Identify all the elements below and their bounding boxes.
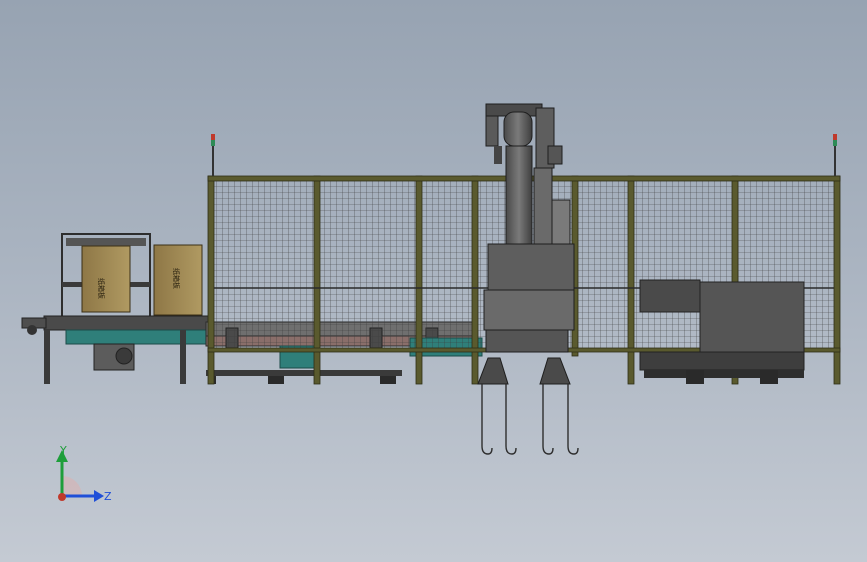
palletizing-robot: [477, 103, 579, 455]
carton-magazine: 纸箱板 纸箱板: [21, 233, 211, 384]
carton-stack-left: 纸箱板: [81, 245, 131, 313]
cad-viewport[interactable]: 纸箱板 纸箱板 Y Z: [0, 0, 867, 562]
z-axis-label: Z: [104, 490, 112, 503]
y-axis-label: Y: [59, 444, 67, 457]
palletizing-cell-drawing: 纸箱板 纸箱板 Y Z: [21, 103, 841, 503]
carton-label-right: 纸箱板: [172, 268, 181, 289]
stack-light-left: [211, 134, 215, 176]
stack-light-right: [833, 134, 837, 176]
motor: [115, 347, 133, 365]
origin-marker: [58, 493, 66, 501]
carton-label-left: 纸箱板: [97, 278, 106, 299]
coordinate-triad: Y Z: [56, 444, 112, 503]
carton-stack-right: 纸箱板: [153, 244, 203, 316]
